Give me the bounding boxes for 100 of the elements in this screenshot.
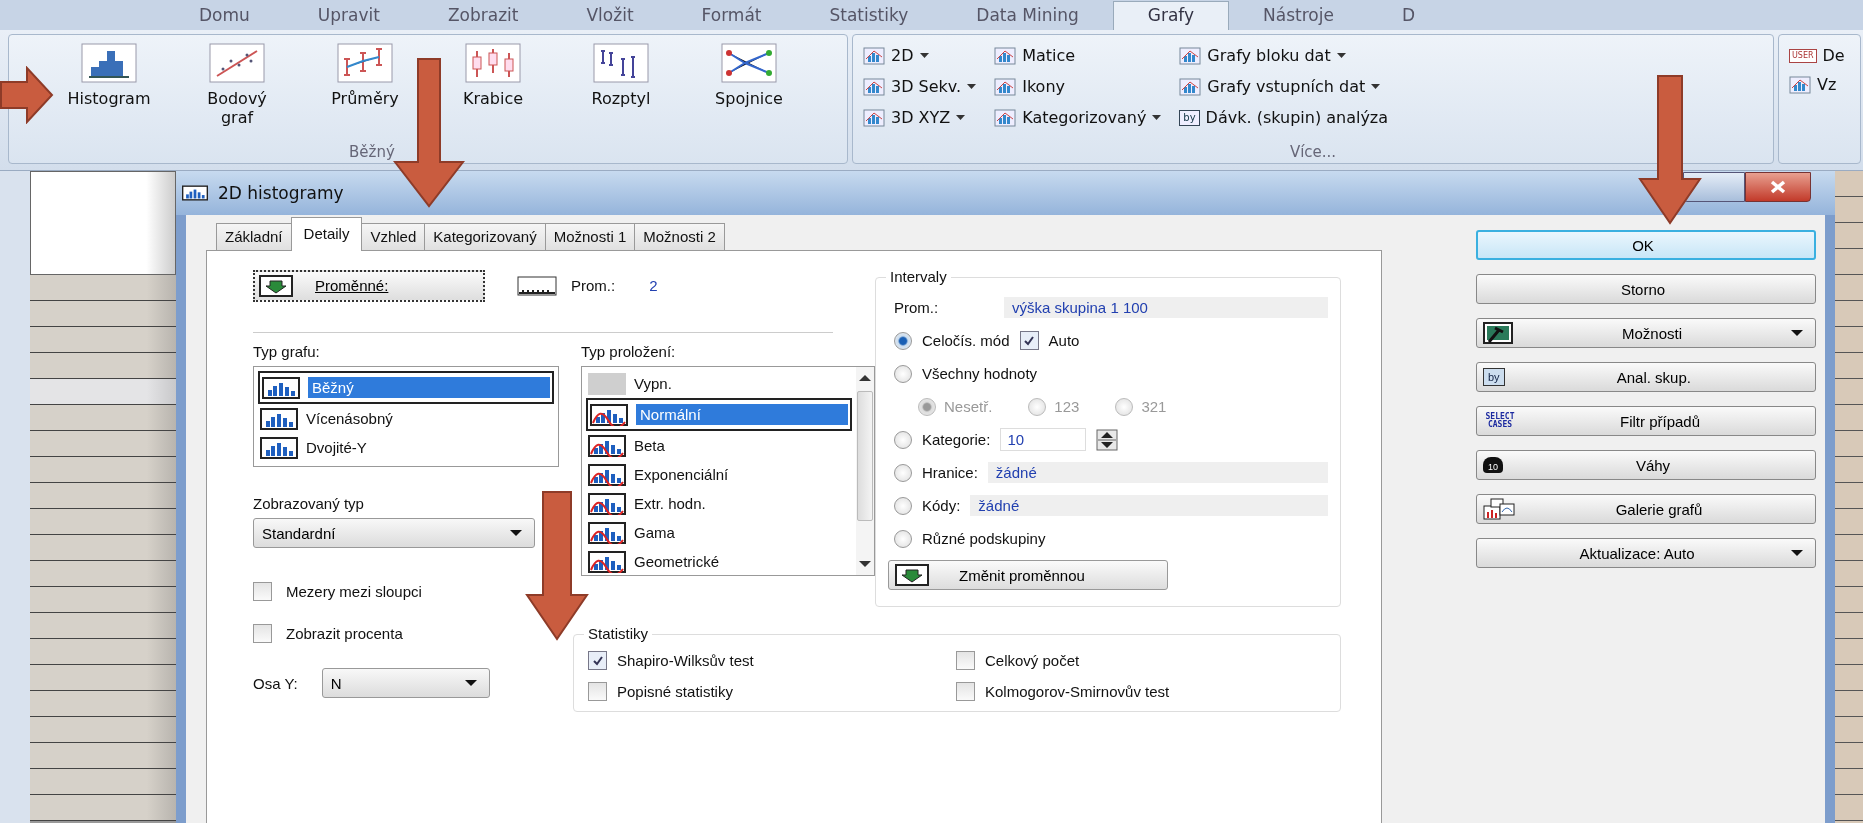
row-header[interactable] — [30, 457, 176, 483]
variables-button[interactable]: Proměnné: — [253, 269, 485, 302]
radio-button[interactable] — [1115, 397, 1134, 416]
dialog-tab[interactable]: Kategorizovaný — [424, 223, 546, 250]
list-item[interactable]: Vícenásobný — [258, 404, 554, 433]
ribbon-tab[interactable]: Statistiky — [795, 2, 943, 30]
ribbon-button[interactable]: Rozptyl — [571, 43, 671, 108]
ribbon-tab[interactable]: Nástroje — [1229, 2, 1368, 30]
box-plot-icon — [465, 43, 521, 83]
row-header[interactable] — [30, 509, 176, 535]
category-field[interactable]: 10 — [1000, 428, 1087, 451]
dialog-tab[interactable]: Možnosti 2 — [634, 223, 725, 250]
ribbon-tab[interactable]: Upravit — [283, 2, 414, 30]
radio-button[interactable] — [1028, 397, 1047, 416]
ribbon-tab[interactable]: Data Mining — [942, 2, 1113, 30]
change-variable-button[interactable]: Změnit proměnnou — [888, 560, 1168, 590]
ribbon-button[interactable]: Grafy bloku dat — [1177, 41, 1391, 70]
row-header[interactable] — [30, 665, 176, 691]
ribbon-tab[interactable]: D — [1367, 2, 1450, 30]
list-item[interactable]: Vypn. — [586, 369, 852, 398]
ribbon-tab[interactable]: Zobrazit — [413, 2, 553, 30]
checkbox[interactable] — [956, 682, 975, 701]
radio-button[interactable] — [894, 364, 912, 383]
ribbon-tab[interactable]: Formát — [667, 2, 796, 30]
dialog-button[interactable]: Galerie grafů — [1476, 494, 1816, 524]
dialog-button[interactable]: by Anal. skup. — [1476, 362, 1816, 392]
radio-button[interactable] — [894, 331, 912, 350]
row-header[interactable] — [30, 327, 176, 353]
radio-button[interactable] — [894, 430, 912, 449]
dialog-tab[interactable]: Vzhled — [361, 223, 426, 250]
row-header[interactable] — [30, 691, 176, 717]
ribbon-button[interactable]: 3D Sekv. — [861, 72, 979, 101]
radio-button[interactable] — [894, 529, 912, 548]
row-header[interactable] — [30, 301, 176, 327]
row-header[interactable] — [30, 405, 176, 431]
list-item[interactable]: Dvojité-Y — [258, 433, 554, 462]
list-item[interactable]: Geometrické — [586, 547, 852, 575]
scrollbar[interactable] — [856, 367, 874, 575]
list-item[interactable]: Extr. hodn. — [586, 489, 852, 518]
ribbon-tab[interactable]: Domu — [165, 2, 284, 30]
row-header[interactable] — [30, 483, 176, 509]
ribbon-button[interactable]: Kategorizovaný — [992, 103, 1164, 132]
row-header[interactable] — [30, 769, 176, 795]
checkbox[interactable] — [956, 651, 975, 670]
row-header[interactable] — [30, 613, 176, 639]
row-header[interactable] — [30, 639, 176, 665]
ribbon-button[interactable]: Krabice — [443, 43, 543, 108]
row-header[interactable] — [30, 743, 176, 769]
radio-button[interactable] — [918, 397, 936, 416]
list-item[interactable]: Běžný — [258, 371, 554, 404]
radio-button[interactable] — [894, 496, 912, 515]
dialog-button[interactable]: SELECT CASES Filtr případů — [1476, 406, 1816, 436]
row-header[interactable] — [30, 379, 176, 405]
ribbon-button[interactable]: Vz — [1787, 70, 1852, 99]
list-item[interactable]: Beta — [586, 431, 852, 460]
checkbox[interactable] — [1019, 331, 1039, 350]
list-item[interactable]: Exponenciální — [586, 460, 852, 489]
checkbox[interactable] — [253, 623, 272, 643]
scroll-thumb[interactable] — [857, 391, 873, 521]
row-header[interactable] — [30, 561, 176, 587]
ribbon-button[interactable]: 3D XYZ — [861, 103, 979, 132]
ribbon-button[interactable]: by Dávk. (skupin) analýza — [1177, 103, 1391, 132]
ribbon-tab[interactable]: Grafy — [1112, 1, 1230, 30]
dialog-button[interactable]: Možnosti — [1476, 318, 1816, 348]
dialog-tab[interactable]: Možnosti 1 — [544, 223, 636, 250]
ribbon-button[interactable]: Grafy vstupních dat — [1177, 72, 1391, 101]
checkbox[interactable] — [253, 581, 272, 601]
caret-icon — [1791, 550, 1803, 556]
checkbox[interactable] — [588, 651, 607, 670]
dialog-tab[interactable]: Detaily — [290, 217, 363, 251]
row-header[interactable] — [30, 795, 176, 821]
list-item[interactable]: Gama — [586, 518, 852, 547]
dialog-button[interactable]: Aktualizace: Auto — [1476, 538, 1816, 568]
ribbon-tab[interactable]: Vložit — [552, 2, 668, 30]
row-header[interactable] — [30, 353, 176, 379]
row-header[interactable] — [30, 717, 176, 743]
row-header[interactable] — [30, 275, 176, 301]
ribbon-button[interactable]: Průměry — [315, 43, 415, 108]
line-plot-icon — [721, 43, 777, 83]
dialog-button[interactable]: Storno — [1476, 274, 1816, 304]
row-header[interactable] — [30, 535, 176, 561]
ribbon-button[interactable]: USER De — [1787, 41, 1852, 70]
checkbox[interactable] — [588, 682, 607, 701]
display-type-dropdown[interactable]: Standardní — [253, 518, 535, 548]
ribbon-button[interactable]: Spojnice — [699, 43, 799, 108]
close-button[interactable] — [1745, 172, 1811, 202]
dialog-button[interactable]: 10 Váhy — [1476, 450, 1816, 480]
y-axis-dropdown[interactable]: N — [321, 668, 490, 698]
spinner-icon[interactable] — [1096, 428, 1119, 451]
ribbon-button[interactable]: Bodový graf — [187, 43, 287, 127]
list-item[interactable]: Normální — [586, 398, 852, 431]
dialog-button[interactable]: OK — [1476, 230, 1816, 260]
radio-button[interactable] — [894, 463, 912, 482]
ribbon-button[interactable]: Matice — [992, 41, 1164, 70]
row-header[interactable] — [30, 431, 176, 457]
ribbon-button[interactable]: Histogram — [59, 43, 159, 108]
ribbon-button[interactable]: Ikony — [992, 72, 1164, 101]
dialog-tab[interactable]: Základní — [216, 223, 292, 250]
ribbon-button[interactable]: 2D — [861, 41, 979, 70]
row-header[interactable] — [30, 587, 176, 613]
